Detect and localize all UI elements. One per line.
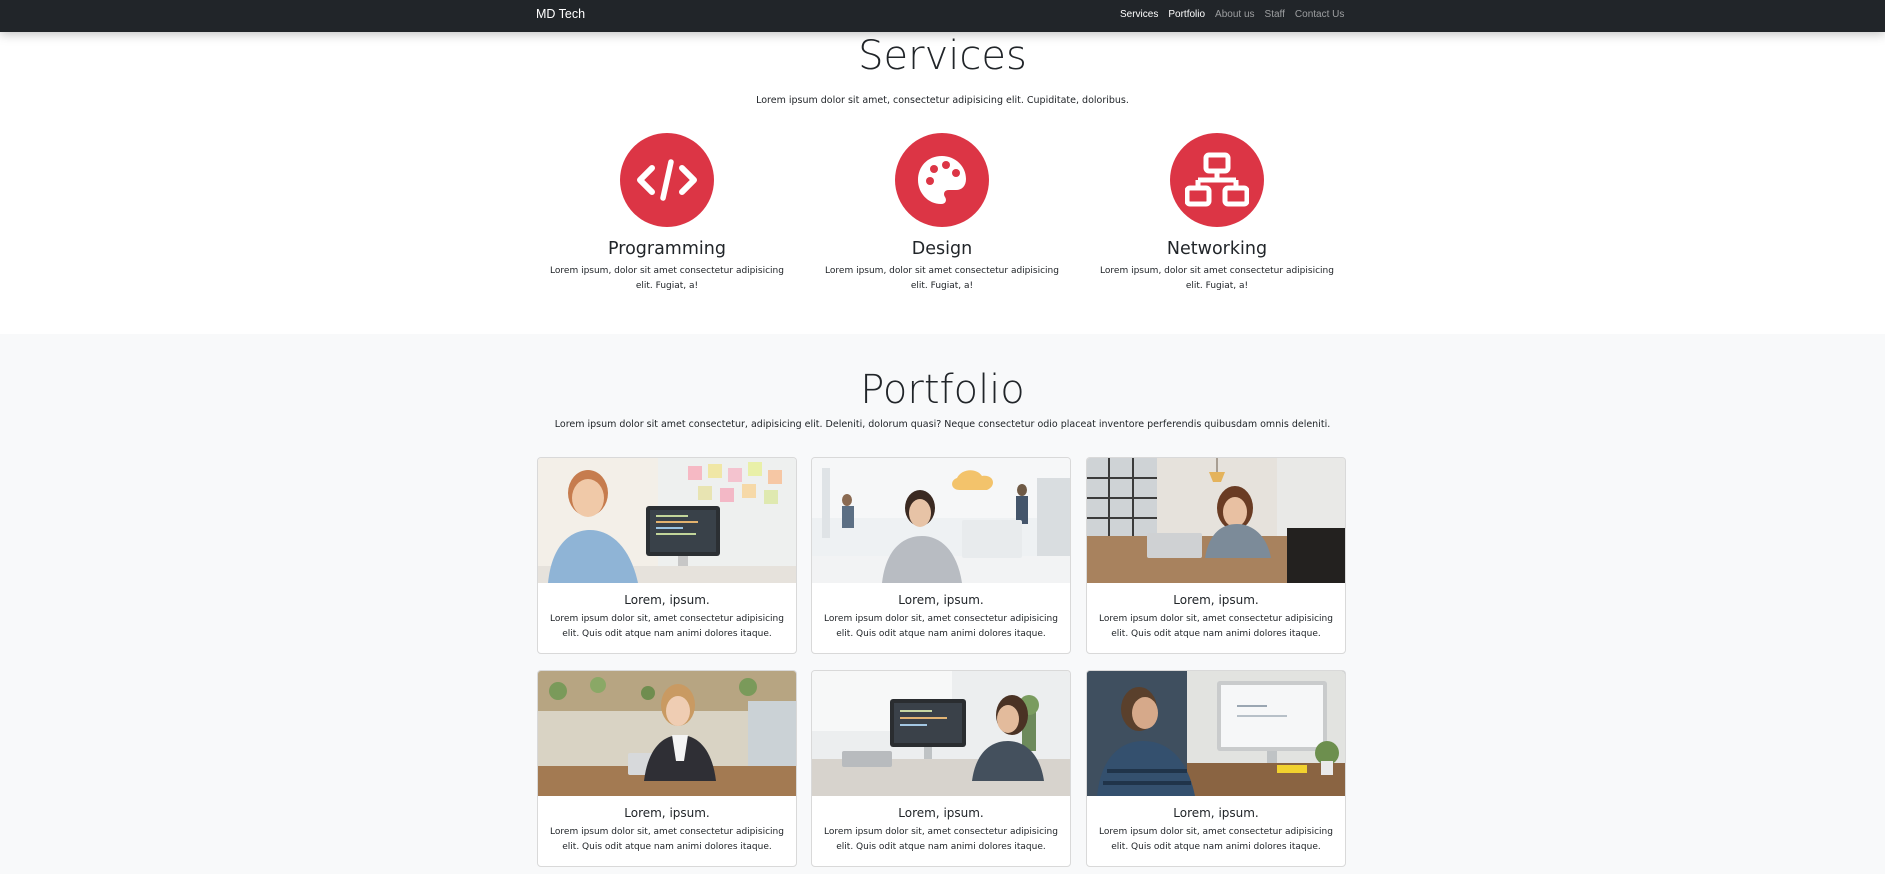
card-text: Lorem ipsum dolor sit, amet consectetur …	[824, 614, 1058, 639]
services-title: Services	[858, 33, 1027, 79]
card-text: Lorem ipsum dolor sit, amet consectetur …	[1099, 614, 1333, 639]
service-text: Lorem ipsum, dolor sit amet consectetur …	[825, 266, 1059, 291]
code-icon	[620, 133, 714, 227]
portfolio-card[interactable]: Lorem, ipsum. Lorem ipsum dolor sit, ame…	[537, 670, 797, 867]
card-title: Lorem, ipsum.	[624, 806, 710, 820]
card-title: Lorem, ipsum.	[1173, 593, 1259, 607]
nav-link-staff[interactable]: Staff	[1265, 9, 1285, 20]
services-subtitle: Lorem ipsum dolor sit amet, consectetur …	[756, 95, 1129, 106]
card-text: Lorem ipsum dolor sit, amet consectetur …	[824, 827, 1058, 852]
card-title: Lorem, ipsum.	[898, 593, 984, 607]
nav-link-about-us[interactable]: About us	[1215, 9, 1254, 20]
card-image-designer	[1087, 671, 1345, 796]
portfolio-section: Portfolio Lorem ipsum dolor sit amet con…	[0, 334, 1885, 874]
portfolio-subtitle: Lorem ipsum dolor sit amet consectetur, …	[554, 419, 1331, 430]
portfolio-card[interactable]: Lorem, ipsum. Lorem ipsum dolor sit, ame…	[811, 670, 1071, 867]
palette-icon	[895, 133, 989, 227]
nav-link-contact-us[interactable]: Contact Us	[1295, 9, 1344, 20]
card-title: Lorem, ipsum.	[624, 593, 710, 607]
card-text: Lorem ipsum dolor sit, amet consectetur …	[550, 827, 784, 852]
card-text: Lorem ipsum dolor sit, amet consectetur …	[1099, 827, 1333, 852]
services-section: Services Lorem ipsum dolor sit amet, con…	[0, 32, 1885, 334]
card-image-businesswoman	[538, 671, 796, 796]
service-title: Programming	[608, 239, 726, 259]
service-title: Networking	[1166, 239, 1268, 259]
navbar: MD Tech Services Portfolio About us Staf…	[0, 0, 1885, 32]
card-image-workspace	[812, 671, 1070, 796]
service-design: Design Lorem ipsum, dolor sit amet conse…	[811, 133, 1073, 294]
card-image-developer	[538, 458, 796, 583]
card-title: Lorem, ipsum.	[1173, 806, 1259, 820]
card-image-cafe	[1087, 458, 1345, 583]
service-title: Design	[911, 239, 973, 259]
nav-link-services[interactable]: Services	[1120, 9, 1158, 20]
service-text: Lorem ipsum, dolor sit amet consectetur …	[550, 266, 784, 291]
portfolio-card[interactable]: Lorem, ipsum. Lorem ipsum dolor sit, ame…	[1086, 457, 1346, 654]
network-icon	[1170, 133, 1264, 227]
portfolio-title: Portfolio	[860, 367, 1025, 413]
service-programming: Programming Lorem ipsum, dolor sit amet …	[536, 133, 798, 294]
service-networking: Networking Lorem ipsum, dolor sit amet c…	[1086, 133, 1348, 294]
nav-link-portfolio[interactable]: Portfolio	[1168, 9, 1205, 20]
portfolio-card[interactable]: Lorem, ipsum. Lorem ipsum dolor sit, ame…	[537, 457, 797, 654]
card-text: Lorem ipsum dolor sit, amet consectetur …	[550, 614, 784, 639]
brand-link[interactable]: MD Tech	[536, 7, 585, 21]
portfolio-card[interactable]: Lorem, ipsum. Lorem ipsum dolor sit, ame…	[811, 457, 1071, 654]
service-text: Lorem ipsum, dolor sit amet consectetur …	[1100, 266, 1334, 291]
card-image-office	[812, 458, 1070, 583]
card-title: Lorem, ipsum.	[898, 806, 984, 820]
portfolio-card[interactable]: Lorem, ipsum. Lorem ipsum dolor sit, ame…	[1086, 670, 1346, 867]
nav-links: Services Portfolio About us Staff Contac…	[1120, 9, 1344, 20]
